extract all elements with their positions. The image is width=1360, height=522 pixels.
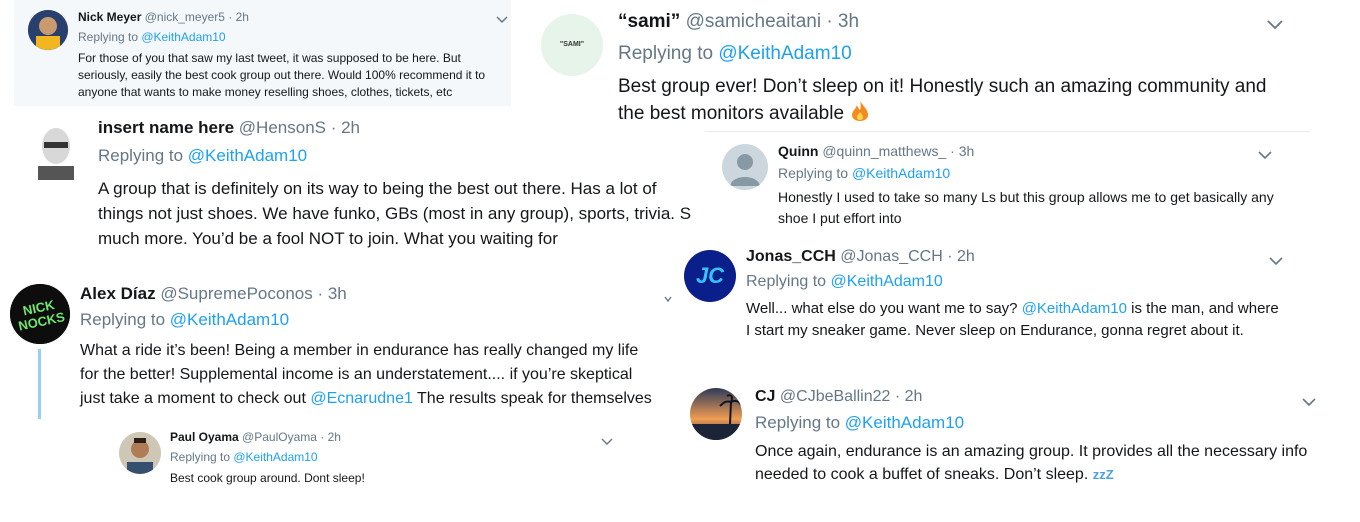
display-name[interactable]: insert name here <box>98 118 234 137</box>
avatar-image <box>28 10 68 50</box>
reply-context: Replying to @KeithAdam10 <box>778 165 951 181</box>
display-name[interactable]: Nick Meyer <box>78 10 141 24</box>
display-name[interactable]: CJ <box>755 388 775 405</box>
chevron-down-icon[interactable] <box>1258 147 1272 161</box>
tweet-text: Well... what else do you want me to say?… <box>746 300 1279 339</box>
avatar[interactable] <box>30 120 82 180</box>
avatar[interactable]: NICK NOCKS <box>10 284 70 344</box>
tweet-text: For those of you that saw my last tweet,… <box>78 51 486 99</box>
handle-time: @nick_meyer5 · 2h <box>144 10 249 24</box>
zzz-icon: zzZ <box>1092 467 1114 482</box>
handle-time: @PaulOyama · 2h <box>242 430 341 444</box>
chevron-down-icon[interactable] <box>1269 253 1283 267</box>
tweet-header: Alex Díaz @SupremePoconos · 3h <box>80 284 347 304</box>
tweet-text: What a ride it’s been! Being a member in… <box>80 342 652 407</box>
display-name[interactable]: Alex Díaz <box>80 284 156 303</box>
mention-link[interactable]: @KeithAdam10 <box>831 273 943 290</box>
reply-context: Replying to @KeithAdam10 <box>170 450 318 464</box>
avatar[interactable] <box>28 10 68 50</box>
tweet-text: Once again, endurance is an amazing grou… <box>755 443 1308 483</box>
display-name[interactable]: Paul Oyama <box>170 430 239 444</box>
handle-time: @Jonas_CCH · 2h <box>840 248 975 265</box>
tweet-cj[interactable]: CJ @CJbeBallin22 · 2h Replying to @Keith… <box>685 383 1335 498</box>
tweet-header: Nick Meyer @nick_meyer5 · 2h <box>78 10 249 24</box>
reply-context: Replying to @KeithAdam10 <box>755 413 965 432</box>
tweet-insert-name-here[interactable]: insert name here @HensonS · 2h Replying … <box>20 110 710 260</box>
mention-link[interactable]: @KeithAdam10 <box>718 43 851 64</box>
reply-context: Replying to @KeithAdam10 <box>80 310 290 329</box>
tweet-jonas[interactable]: JC Jonas_CCH @Jonas_CCH · 2h Replying to… <box>680 240 1310 350</box>
handle-time: @CJbeBallin22 · 2h <box>779 388 923 405</box>
tweet-text: Best cook group around. Dont sleep! <box>170 471 365 485</box>
avatar-image <box>119 432 161 474</box>
mention-link[interactable]: @KeithAdam10 <box>170 310 289 329</box>
reply-context: Replying to @KeithAdam10 <box>98 146 308 165</box>
tweet-text: Best group ever! Don’t sleep on it! Hone… <box>618 73 1278 130</box>
tweet-text: Honestly I used to take so many Ls but t… <box>778 189 1274 226</box>
reply-context: Replying to @KeithAdam10 <box>78 30 226 44</box>
fire-icon <box>849 100 871 130</box>
tweet-paul-oyama[interactable]: Paul Oyama @PaulOyama · 2h Replying to @… <box>110 425 630 500</box>
chevron-down-icon[interactable] <box>496 12 510 26</box>
tweet-alex-diaz[interactable]: NICK NOCKS Alex Díaz @SupremePoconos · 3… <box>0 275 700 425</box>
display-name[interactable]: Jonas_CCH <box>746 248 836 265</box>
avatar-image <box>690 388 742 440</box>
mention-link[interactable]: @KeithAdam10 <box>141 30 225 44</box>
mention-link[interactable]: @KeithAdam10 <box>845 413 964 432</box>
reply-context: Replying to @KeithAdam10 <box>618 43 852 64</box>
avatar[interactable] <box>119 432 161 474</box>
avatar-image <box>38 128 74 180</box>
mention-link[interactable]: @KeithAdam10 <box>1022 300 1127 317</box>
chevron-down-icon[interactable] <box>1302 394 1316 408</box>
mention-link[interactable]: @KeithAdam10 <box>233 450 317 464</box>
display-name[interactable]: “sami” <box>618 11 680 32</box>
tweet-header: “sami” @samicheaitani · 3h <box>618 11 859 33</box>
mention-link[interactable]: @KeithAdam10 <box>188 146 307 165</box>
tweet-nick-meyer[interactable]: Nick Meyer @nick_meyer5 · 2h Replying to… <box>14 0 511 106</box>
tweet-header: CJ @CJbeBallin22 · 2h <box>755 388 922 406</box>
default-avatar-icon[interactable] <box>722 144 768 190</box>
reply-context: Replying to @KeithAdam10 <box>746 273 943 290</box>
mention-link[interactable]: @KeithAdam10 <box>852 165 950 181</box>
avatar[interactable]: "SAMI" <box>541 14 603 76</box>
handle-time: @quinn_matthews_ · 3h <box>822 143 975 159</box>
chevron-down-icon[interactable] <box>664 290 678 304</box>
handle-time: @HensonS · 2h <box>238 118 361 137</box>
tweet-header: Quinn @quinn_matthews_ · 3h <box>778 143 974 159</box>
chevron-down-icon[interactable] <box>1267 18 1283 32</box>
avatar[interactable] <box>690 388 742 440</box>
tweet-header: insert name here @HensonS · 2h <box>98 118 360 138</box>
display-name[interactable]: Quinn <box>778 143 818 159</box>
avatar-image: NICK NOCKS <box>10 284 70 344</box>
tweet-quinn[interactable]: Quinn @quinn_matthews_ · 3h Replying to … <box>705 134 1310 234</box>
handle-time: @samicheaitani · 3h <box>685 11 860 32</box>
thread-line <box>38 349 41 419</box>
mention-link[interactable]: @Ecnarudne1 <box>310 390 413 407</box>
chevron-down-icon[interactable] <box>601 433 615 447</box>
avatar-label: "SAMI" <box>559 41 585 48</box>
tweet-header: Paul Oyama @PaulOyama · 2h <box>170 430 341 444</box>
handle-time: @SupremePoconos · 3h <box>160 284 347 303</box>
divider <box>705 131 1310 132</box>
tweet-header: Jonas_CCH @Jonas_CCH · 2h <box>746 248 975 266</box>
tweet-text: A group that is definitely on its way to… <box>98 179 692 248</box>
